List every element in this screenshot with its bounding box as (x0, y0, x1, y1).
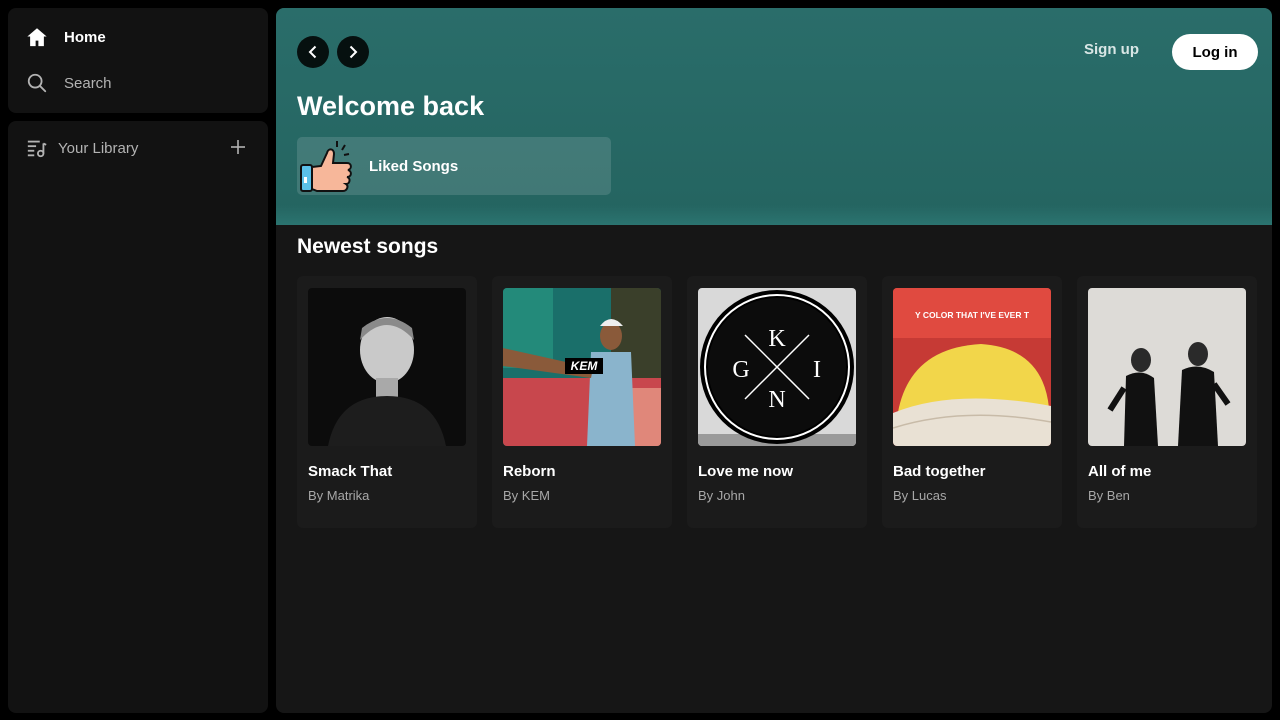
back-button[interactable] (297, 36, 329, 68)
song-cover (308, 288, 466, 446)
song-artist: By KEM (503, 488, 550, 503)
liked-songs-card[interactable]: Liked Songs (297, 137, 611, 195)
song-cover: Y COLOR THAT I'VE EVER T (893, 288, 1051, 446)
liked-songs-label: Liked Songs (369, 157, 459, 175)
song-title: All of me (1088, 463, 1152, 480)
plus-icon (230, 139, 246, 155)
sidebar-item-home[interactable]: Home (26, 26, 106, 48)
app: Home Search Your Library Sign up Log in … (0, 0, 1280, 720)
chevron-left-icon (306, 45, 320, 59)
chevron-right-icon (346, 45, 360, 59)
song-title: Smack That (308, 463, 393, 480)
cover-letter: K (768, 326, 786, 352)
song-card[interactable]: Y COLOR THAT I'VE EVER T Bad together By… (882, 276, 1062, 528)
song-artist: By Lucas (893, 488, 947, 503)
song-card[interactable]: KEM Reborn By KEM (492, 276, 672, 528)
hero-banner: Sign up Log in Welcome back Liked Songs (276, 8, 1272, 225)
library-label: Your Library (58, 139, 139, 157)
search-icon (26, 72, 48, 94)
cover-letter: G (732, 357, 749, 383)
main-content[interactable]: Sign up Log in Welcome back Liked Songs (276, 8, 1272, 713)
cover-letter: I (813, 357, 821, 383)
sidebar-item-search[interactable]: Search (26, 72, 112, 94)
section-title: Newest songs (297, 235, 439, 258)
song-cover: K G I N (698, 288, 856, 446)
song-artist: By Ben (1088, 488, 1130, 503)
song-card[interactable]: Smack That By Matrika (297, 276, 477, 528)
create-playlist-button[interactable] (226, 135, 250, 159)
song-title: Reborn (503, 463, 556, 480)
forward-button[interactable] (337, 36, 369, 68)
thumbs-up-icon (297, 135, 357, 195)
library-button[interactable]: Your Library (26, 137, 138, 159)
song-cover: KEM (503, 288, 661, 446)
cover-letter: N (768, 387, 785, 413)
page-title: Welcome back (297, 91, 485, 121)
song-cover (1088, 288, 1246, 446)
home-icon (26, 26, 48, 48)
library-icon (26, 137, 48, 159)
song-card[interactable]: All of me By Ben (1077, 276, 1257, 528)
sidebar-item-label: Home (64, 28, 106, 46)
cover-text: KEM (571, 359, 599, 373)
cover-text: Y COLOR THAT I'VE EVER T (915, 310, 1030, 320)
song-artist: By John (698, 488, 745, 503)
song-title: Bad together (893, 463, 986, 480)
sidebar-item-label: Search (64, 74, 112, 92)
sidebar-nav: Home Search (8, 8, 268, 113)
song-card[interactable]: K G I N Love me now By John (687, 276, 867, 528)
signup-button[interactable]: Sign up (1084, 41, 1139, 58)
login-button[interactable]: Log in (1172, 34, 1258, 70)
sidebar-library: Your Library (8, 121, 268, 713)
song-title: Love me now (698, 463, 794, 480)
song-artist: By Matrika (308, 488, 370, 503)
